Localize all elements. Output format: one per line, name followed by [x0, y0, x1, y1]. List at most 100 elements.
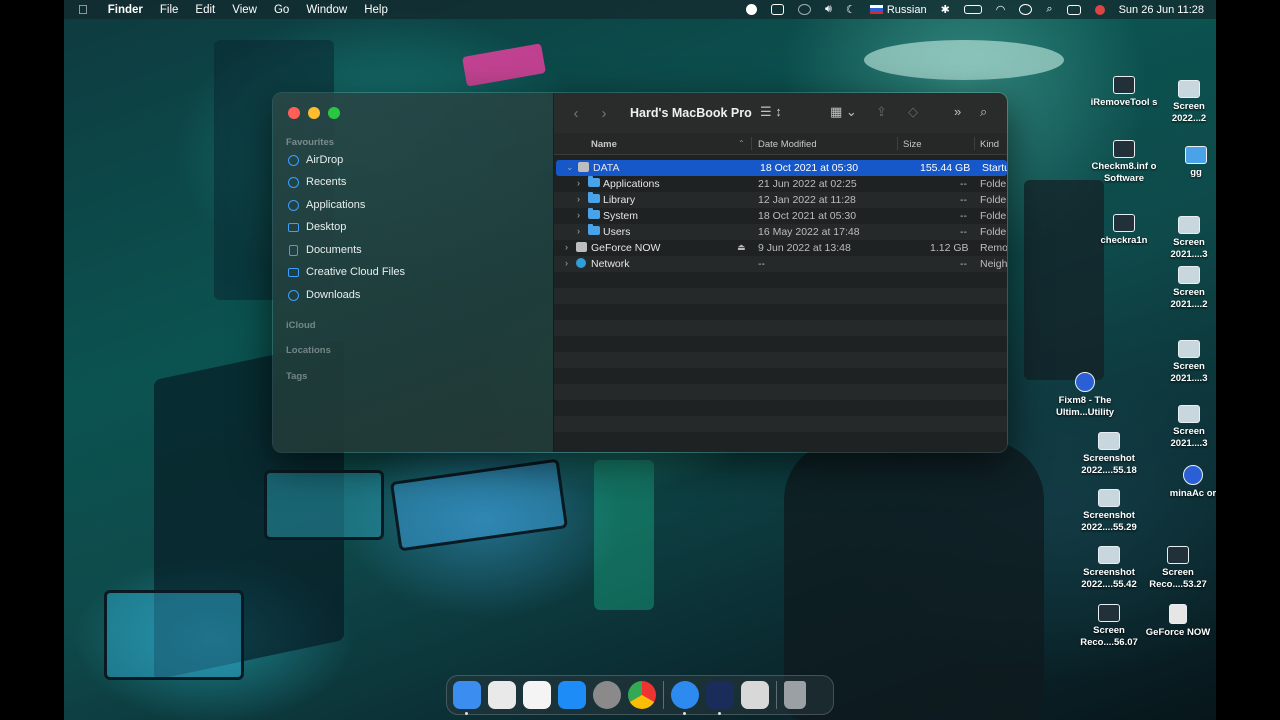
- desktop-icon-screenshot[interactable]: Screen 2021....3: [1160, 405, 1218, 450]
- input-source-menu[interactable]: Russian: [869, 4, 927, 16]
- view-options-icon[interactable]: ☰ ↕: [760, 104, 782, 120]
- dock-safari-icon[interactable]: [671, 681, 699, 715]
- chevron-right-icon[interactable]: ›: [565, 258, 568, 268]
- chevron-right-icon[interactable]: ›: [577, 194, 580, 204]
- disk-image-icon: [1169, 604, 1187, 624]
- forward-button[interactable]: ›: [590, 105, 618, 122]
- more-icon[interactable]: »: [954, 104, 961, 119]
- sidebar-section-icloud[interactable]: iCloud: [286, 320, 316, 331]
- desktop-icon-screenshot[interactable]: Screenshot 2022....55.18: [1069, 432, 1149, 477]
- user-icon[interactable]: [1019, 4, 1033, 15]
- table-row[interactable]: › Applications 21 Jun 2022 at 02:25 -- F…: [554, 176, 1007, 192]
- desktop-icon-label: Screenshot 2022....55.29: [1081, 510, 1137, 533]
- desktop-icon-geforce-now[interactable]: GeForce NOW: [1138, 604, 1218, 639]
- siri-icon[interactable]: [1094, 4, 1105, 15]
- desktop-icon-screenshot[interactable]: Screenshot 2022....55.42: [1069, 546, 1149, 591]
- close-button[interactable]: [288, 107, 300, 119]
- desktop-icon-screenshot[interactable]: Screen 2022...2: [1160, 80, 1218, 125]
- table-row[interactable]: › Users 16 May 2022 at 17:48 -- Folde: [554, 224, 1007, 240]
- chevron-right-icon[interactable]: ›: [577, 210, 580, 220]
- menu-file[interactable]: File: [160, 4, 179, 16]
- menu-window[interactable]: Window: [306, 4, 347, 16]
- desktop-icon-gg[interactable]: gg: [1176, 146, 1216, 179]
- control-center-icon[interactable]: [1066, 4, 1081, 15]
- screenshot-file-icon: [1178, 340, 1200, 358]
- sidebar-item-desktop[interactable]: Desktop: [287, 217, 346, 237]
- screenshot-file-icon: [1098, 432, 1120, 450]
- dock-trash-icon[interactable]: [784, 681, 806, 709]
- item-date: 18 Oct 2021 at 05:30: [760, 162, 859, 174]
- sidebar-item-airdrop[interactable]: AirDrop: [287, 150, 343, 170]
- sidebar-item-downloads[interactable]: Downloads: [287, 285, 360, 305]
- chevron-right-icon[interactable]: ›: [565, 242, 568, 252]
- desktop-icon-checkra1n[interactable]: checkra1n: [1084, 214, 1164, 247]
- sidebar-item-applications[interactable]: Applications: [287, 195, 365, 215]
- search-icon[interactable]: ⌕: [980, 104, 987, 120]
- desktop-icon-screen-recording[interactable]: Screen Reco....53.27: [1138, 546, 1218, 591]
- volume-icon[interactable]: 🔊︎: [825, 3, 832, 16]
- dock-instruments-icon[interactable]: [706, 681, 734, 715]
- battery-icon[interactable]: [963, 5, 982, 14]
- table-row[interactable]: › Library 12 Jan 2022 at 11:28 -- Folde: [554, 192, 1007, 208]
- menu-edit[interactable]: Edit: [195, 4, 215, 16]
- desktop-icon-screenshot[interactable]: Screen 2021....2: [1160, 266, 1218, 311]
- wallpaper-screen: [264, 470, 384, 540]
- menu-view[interactable]: View: [232, 4, 257, 16]
- chevron-right-icon[interactable]: ›: [577, 178, 580, 188]
- sidebar-section-locations[interactable]: Locations: [286, 345, 331, 356]
- group-icon[interactable]: ▦ ⌄: [830, 104, 857, 120]
- dock-printer-icon[interactable]: [741, 681, 769, 709]
- desktop-icon-screenshot[interactable]: Screenshot 2022....55.29: [1069, 489, 1149, 534]
- spotlight-search-icon[interactable]: ⌕: [1046, 3, 1052, 16]
- desktop-icon-iremovetools[interactable]: iRemoveTool s: [1084, 76, 1164, 109]
- table-row[interactable]: › System 18 Oct 2021 at 05:30 -- Folde: [554, 208, 1007, 224]
- table-row[interactable]: ⌄ DATA 18 Oct 2021 at 05:30 155.44 GB St…: [556, 160, 1007, 176]
- dock-launchpad-icon[interactable]: [488, 681, 516, 709]
- zoom-button[interactable]: [328, 107, 340, 119]
- dock-app-store-icon[interactable]: [558, 681, 586, 709]
- apple-menu-icon[interactable]: : [78, 2, 88, 17]
- dock-finder-icon[interactable]: [453, 681, 481, 715]
- table-row[interactable]: › GeForce NOW ⏏ 9 Jun 2022 at 13:48 1.12…: [554, 240, 1007, 256]
- table-row[interactable]: › Network -- -- Neigh: [554, 256, 1007, 272]
- cast-icon[interactable]: [798, 4, 812, 15]
- file-list: ⌄ DATA 18 Oct 2021 at 05:30 155.44 GB St…: [554, 156, 1007, 452]
- wallpaper-light: [864, 40, 1064, 80]
- wifi-icon[interactable]: ◠: [996, 3, 1006, 16]
- screen-record-icon[interactable]: [746, 4, 758, 15]
- desktop-icon-fixm8[interactable]: Fixm8 - The Ultim...Utility: [1045, 372, 1125, 419]
- desktop-icon-screenshot[interactable]: Screen 2021....3: [1160, 216, 1218, 261]
- menu-go[interactable]: Go: [274, 4, 289, 16]
- sidebar-item-documents[interactable]: Documents: [287, 240, 362, 260]
- bluetooth-icon[interactable]: ✱: [941, 3, 950, 16]
- desktop-icon-checkm8[interactable]: Checkm8.inf o Software: [1084, 140, 1164, 185]
- sidebar-section-favourites[interactable]: Favourites: [286, 137, 334, 148]
- desktop-icon-screen-recording[interactable]: Screen Reco....56.07: [1069, 604, 1149, 649]
- sidebar-section-tags[interactable]: Tags: [286, 371, 307, 382]
- moon-icon[interactable]: ☾: [846, 3, 856, 16]
- dock-chrome-icon[interactable]: [628, 681, 656, 709]
- column-name[interactable]: Name: [591, 139, 617, 150]
- dock-system-preferences-icon[interactable]: [593, 681, 621, 709]
- desktop-icon-label: Fixm8 - The Ultim...Utility: [1055, 395, 1115, 418]
- dock-reminders-icon[interactable]: [523, 681, 551, 709]
- menu-clock[interactable]: Sun 26 Jun 11:28: [1119, 4, 1204, 16]
- fixm8-icon: [1075, 372, 1095, 392]
- eject-icon[interactable]: ⏏: [737, 242, 746, 253]
- back-button[interactable]: ‹: [562, 105, 590, 122]
- chevron-down-icon[interactable]: ⌄: [566, 162, 574, 173]
- minimize-button[interactable]: [308, 107, 320, 119]
- chevron-right-icon[interactable]: ›: [577, 226, 580, 236]
- display-icon[interactable]: [771, 4, 785, 15]
- share-icon[interactable]: ⇪: [876, 104, 887, 120]
- desktop-icon-minaac[interactable]: minaAc or: [1168, 465, 1218, 500]
- desktop-icon-screenshot[interactable]: Screen 2021....3: [1160, 340, 1218, 385]
- sidebar-item-recents[interactable]: Recents: [287, 172, 346, 192]
- column-kind[interactable]: Kind: [980, 139, 999, 150]
- sidebar-item-creative-cloud[interactable]: Creative Cloud Files: [287, 262, 405, 282]
- menu-app-name[interactable]: Finder: [108, 4, 143, 16]
- column-size[interactable]: Size: [903, 139, 921, 150]
- tag-icon[interactable]: ◇: [908, 104, 918, 120]
- menu-help[interactable]: Help: [364, 4, 388, 16]
- column-date-modified[interactable]: Date Modified: [758, 139, 817, 150]
